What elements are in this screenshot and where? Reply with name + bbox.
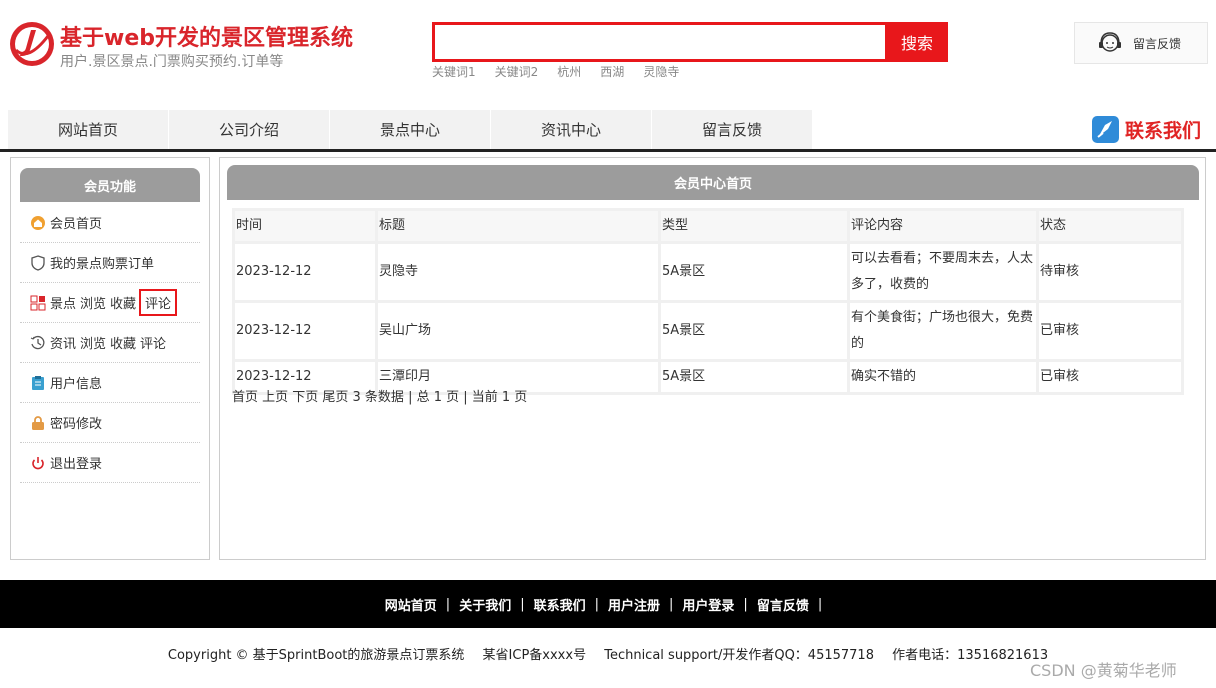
footer-links: 网站首页 | 关于我们 | 联系我们 | 用户注册 | 用户登录 | 留言反馈 | [0, 580, 1216, 628]
phone-icon [1092, 116, 1119, 143]
watermark: CSDN @黄菊华老师 [1030, 661, 1177, 680]
member-sidebar: 会员功能 会员首页 我的景点购票订单 景点 浏览 收藏 评论 资讯 浏览 收藏 … [10, 157, 210, 560]
separator: | [445, 596, 451, 612]
home-icon [31, 215, 45, 230]
cell-type: 5A景区 [661, 303, 847, 359]
news-favorites-link[interactable]: 收藏 [110, 333, 136, 352]
support-contact: Technical support/开发作者QQ：45157718 [604, 648, 874, 663]
separator: | [520, 596, 525, 612]
cell-time: 2023-12-12 [235, 244, 375, 300]
cell-title[interactable]: 吴山广场 [378, 303, 658, 359]
grid-icon [30, 295, 46, 310]
nav-item-attractions[interactable]: 景点中心 [330, 110, 490, 149]
column-header: 时间 [235, 211, 375, 241]
site-title: 基于web开发的景区管理系统 [60, 26, 353, 51]
sidebar-item-label: 我的景点购票订单 [50, 257, 155, 272]
icp-number: 某省ICP备xxxx号 [482, 648, 587, 663]
nav-item-feedback[interactable]: 留言反馈 [652, 110, 812, 149]
sidebar-item-label: 密码修改 [50, 417, 103, 432]
sidebar-item-label: 资讯 [50, 337, 77, 352]
attractions-browse-link[interactable]: 浏览 [80, 293, 106, 312]
main-panel: 会员中心首页 时间 标题 类型 评论内容 状态 2023-12-12 灵隐寺 5… [219, 157, 1206, 560]
clipboard-icon [32, 375, 44, 390]
sidebar-item-member-home[interactable]: 会员首页 [20, 203, 200, 243]
feedback-label: 留言反馈 [1133, 36, 1182, 51]
nav-item-about[interactable]: 公司介绍 [169, 110, 329, 149]
cell-status: 已审核 [1039, 303, 1181, 359]
cell-comment: 有个美食街；广场也很大，免费的 [850, 303, 1036, 359]
sidebar-item-ticket-orders[interactable]: 我的景点购票订单 [20, 243, 200, 283]
sidebar-item-label: 会员首页 [50, 217, 103, 232]
author-phone: 作者电话：13516821613 [892, 648, 1049, 663]
contact-us[interactable]: 联系我们 [1092, 116, 1201, 143]
keyword-link[interactable]: 杭州 [557, 63, 581, 80]
sidebar-item-user-info[interactable]: 用户信息 [20, 363, 200, 403]
sidebar-item-news: 资讯 浏览 收藏 评论 [20, 323, 200, 363]
cell-status: 待审核 [1039, 244, 1181, 300]
separator: | [594, 596, 599, 612]
feedback-button[interactable]: 留言反馈 [1074, 22, 1208, 64]
search-box [432, 22, 888, 62]
search-input[interactable] [435, 25, 885, 59]
news-comments-link[interactable]: 评论 [140, 333, 166, 352]
sidebar-item-label: 用户信息 [50, 377, 103, 392]
panel-title: 会员中心首页 [227, 165, 1199, 200]
column-header: 状态 [1039, 211, 1181, 241]
footer-link-about[interactable]: 关于我们 [459, 595, 511, 614]
main-nav: 网站首页 公司介绍 景点中心 资讯中心 留言反馈 联系我们 [0, 110, 1216, 152]
separator: | [743, 596, 748, 612]
shield-icon [31, 254, 45, 271]
comments-table: 时间 标题 类型 评论内容 状态 2023-12-12 灵隐寺 5A景区 可以去… [232, 208, 1184, 395]
footer-link-feedback[interactable]: 留言反馈 [757, 595, 809, 614]
sidebar-title: 会员功能 [20, 168, 200, 202]
nav-item-home[interactable]: 网站首页 [8, 110, 168, 149]
separator: | [669, 596, 674, 612]
footer-link-contact[interactable]: 联系我们 [534, 595, 586, 614]
column-header: 标题 [378, 211, 658, 241]
cell-type: 5A景区 [661, 362, 847, 392]
separator: | [817, 596, 823, 612]
footer-link-home[interactable]: 网站首页 [385, 595, 437, 614]
header: 基于web开发的景区管理系统 用户.景区景点.门票购买预约.订单等 搜索 关键词… [0, 0, 1216, 110]
cell-type: 5A景区 [661, 244, 847, 300]
clock-icon [30, 335, 45, 349]
cell-status: 已审核 [1039, 362, 1181, 392]
sidebar-item-attractions: 景点 浏览 收藏 评论 [20, 283, 200, 323]
table-row: 2023-12-12 吴山广场 5A景区 有个美食街；广场也很大，免费的 已审核 [235, 303, 1181, 359]
support-agent-icon [1099, 32, 1121, 52]
search-button[interactable]: 搜索 [886, 22, 948, 62]
power-icon [32, 456, 44, 469]
sidebar-item-password[interactable]: 密码修改 [20, 403, 200, 443]
keyword-link[interactable]: 关键词1 [432, 63, 476, 80]
cell-title[interactable]: 灵隐寺 [378, 244, 658, 300]
cell-comment: 确实不错的 [850, 362, 1036, 392]
nav-item-news[interactable]: 资讯中心 [491, 110, 651, 149]
news-browse-link[interactable]: 浏览 [80, 333, 106, 352]
cell-comment: 可以去看看；不要周末去，人太多了，收费的 [850, 244, 1036, 300]
sidebar-item-label: 退出登录 [50, 457, 103, 472]
site-subtitle: 用户.景区景点.门票购买预约.订单等 [60, 54, 284, 70]
table-header-row: 时间 标题 类型 评论内容 状态 [235, 211, 1181, 241]
keyword-link[interactable]: 关键词2 [495, 63, 539, 80]
column-header: 评论内容 [850, 211, 1036, 241]
logo-icon [10, 22, 54, 66]
copyright-text: Copyright © 基于SprintBoot的旅游景点订票系统 [167, 648, 465, 663]
lock-icon [32, 415, 44, 430]
attractions-favorites-link[interactable]: 收藏 [110, 293, 136, 312]
keyword-list: 关键词1 关键词2 杭州 西湖 灵隐寺 [432, 63, 679, 80]
attractions-comments-link[interactable]: 评论 [139, 289, 178, 316]
keyword-link[interactable]: 灵隐寺 [643, 63, 679, 80]
footer-link-register[interactable]: 用户注册 [608, 595, 660, 614]
column-header: 类型 [661, 211, 847, 241]
keyword-link[interactable]: 西湖 [600, 63, 624, 80]
footer-link-login[interactable]: 用户登录 [682, 595, 734, 614]
sidebar-item-logout[interactable]: 退出登录 [20, 443, 200, 483]
cell-time: 2023-12-12 [235, 303, 375, 359]
contact-label: 联系我们 [1125, 120, 1202, 142]
sidebar-item-label: 景点 [50, 297, 77, 312]
table-row: 2023-12-12 灵隐寺 5A景区 可以去看看；不要周末去，人太多了，收费的… [235, 244, 1181, 300]
pagination[interactable]: 首页 上页 下页 尾页 3 条数据 | 总 1 页 | 当前 1 页 [232, 386, 527, 405]
